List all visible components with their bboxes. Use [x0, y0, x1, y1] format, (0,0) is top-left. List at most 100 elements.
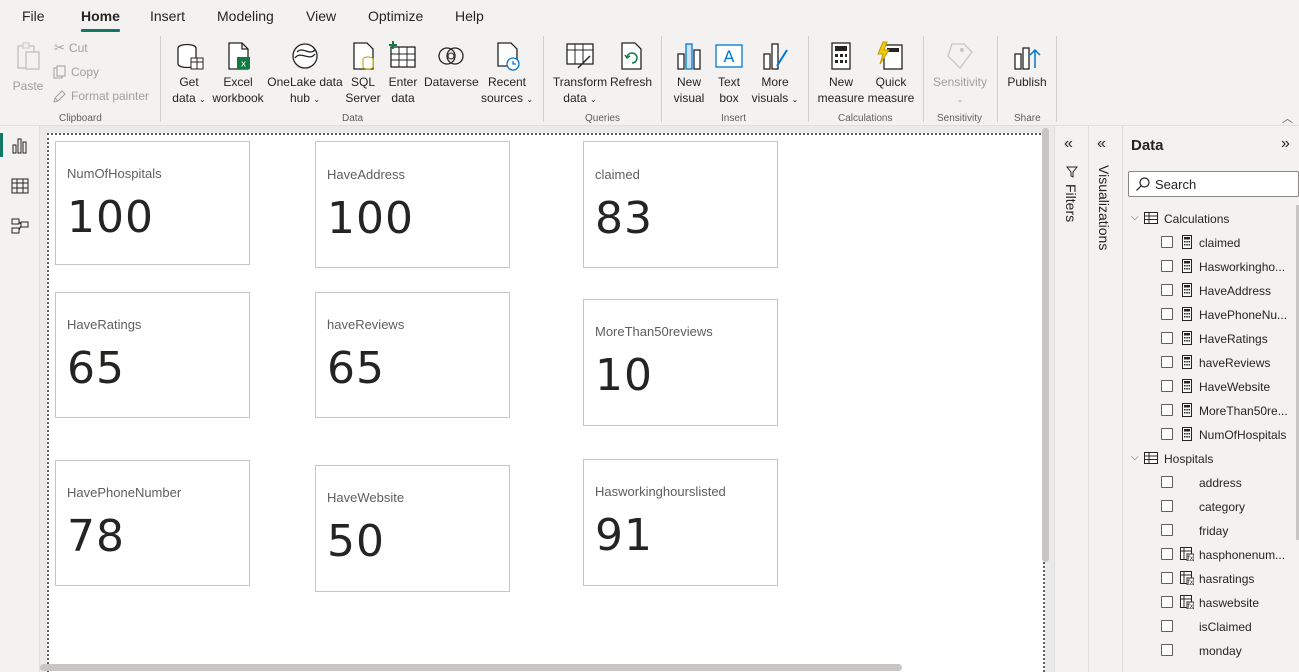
tab-home[interactable]: Home	[81, 8, 120, 32]
tab-optimize[interactable]: Optimize	[368, 8, 423, 24]
field-item[interactable]: haveReviews	[1123, 351, 1299, 375]
field-item[interactable]: isClaimed	[1123, 615, 1299, 639]
field-item[interactable]: category	[1123, 495, 1299, 519]
paste-button[interactable]: Paste	[10, 40, 46, 93]
refresh-button[interactable]: Refresh	[608, 40, 654, 90]
transform-data-button[interactable]: Transform data ⌄	[552, 40, 608, 108]
card-visual[interactable]: Hasworkinghourslisted 91	[583, 459, 778, 586]
field-item[interactable]: HaveRatings	[1123, 327, 1299, 351]
calculator-icon	[1182, 283, 1192, 297]
cut-button[interactable]: ✂ Cut	[54, 40, 88, 56]
card-visual[interactable]: claimed 83	[583, 141, 778, 268]
card-visual[interactable]: NumOfHospitals 100	[55, 141, 250, 265]
recent-sources-icon	[497, 42, 520, 71]
field-item[interactable]: friday	[1123, 519, 1299, 543]
field-checkbox[interactable]	[1161, 524, 1173, 536]
field-checkbox[interactable]	[1161, 620, 1173, 632]
search-box[interactable]	[1128, 171, 1299, 197]
sensitivity-group-label: Sensitivity	[937, 113, 983, 124]
publish-label: Publish	[1007, 75, 1047, 89]
canvas-horizontal-scrollbar[interactable]	[40, 664, 902, 671]
field-checkbox[interactable]	[1161, 356, 1173, 368]
new-visual-button[interactable]: New visual	[668, 40, 710, 106]
visualizations-pane[interactable]: « Visualizations	[1088, 126, 1122, 672]
collapse-left-icon[interactable]: «	[1064, 135, 1073, 153]
field-item[interactable]: claimed	[1123, 231, 1299, 255]
table-view-icon[interactable]	[11, 177, 29, 195]
sensitivity-button[interactable]: Sensitivity ⌄	[930, 40, 990, 108]
search-input[interactable]	[1155, 175, 1295, 193]
copy-button[interactable]: Copy	[53, 65, 99, 79]
field-checkbox[interactable]	[1161, 476, 1173, 488]
field-item[interactable]: NumOfHospitals	[1123, 423, 1299, 447]
card-visual[interactable]: haveReviews 65	[315, 292, 510, 418]
sql-server-button[interactable]: SQL Server	[344, 40, 382, 106]
dataverse-button[interactable]: Dataverse	[424, 40, 479, 90]
field-checkbox[interactable]	[1161, 332, 1173, 344]
onelake-data-hub-button[interactable]: OneLake data hub ⌄	[266, 40, 344, 108]
card-visual[interactable]: HaveRatings 65	[55, 292, 250, 418]
card-value: 65	[327, 343, 385, 394]
card-title: NumOfHospitals	[67, 166, 162, 181]
enter-data-button[interactable]: Enter data	[384, 40, 422, 106]
table-name: Hospitals	[1164, 452, 1214, 466]
field-checkbox[interactable]	[1161, 260, 1173, 272]
quick-measure-button[interactable]: Quick measure	[866, 40, 916, 106]
format-painter-button[interactable]: Format painter	[53, 89, 149, 103]
group-divider	[160, 36, 161, 122]
filters-pane[interactable]: « Filters	[1054, 126, 1088, 672]
field-checkbox[interactable]	[1161, 284, 1173, 296]
model-view-icon[interactable]	[11, 217, 29, 235]
field-item[interactable]: fx haswebsite	[1123, 591, 1299, 615]
chevron-down-icon[interactable]: ⌵	[1131, 452, 1139, 463]
field-item[interactable]: HaveWebsite	[1123, 375, 1299, 399]
field-item[interactable]: MoreThan50re...	[1123, 399, 1299, 423]
chevron-up-icon[interactable]: ︿	[1282, 110, 1293, 126]
field-item[interactable]: HavePhoneNu...	[1123, 303, 1299, 327]
tab-modeling[interactable]: Modeling	[217, 8, 274, 24]
field-checkbox[interactable]	[1161, 308, 1173, 320]
card-value: 100	[67, 192, 154, 243]
collapse-right-icon[interactable]: »	[1281, 135, 1290, 153]
text-box-button[interactable]: A Text box	[710, 40, 748, 106]
canvas-vertical-scrollbar[interactable]	[1042, 128, 1049, 562]
svg-text:fx: fx	[1188, 579, 1194, 585]
field-item[interactable]: fx hasphonenum...	[1123, 543, 1299, 567]
field-item[interactable]: monday	[1123, 639, 1299, 663]
card-visual[interactable]: HaveWebsite 50	[315, 465, 510, 592]
field-checkbox[interactable]	[1161, 380, 1173, 392]
field-checkbox[interactable]	[1161, 500, 1173, 512]
more-visuals-button[interactable]: More visuals ⌄	[748, 40, 802, 108]
field-checkbox[interactable]	[1161, 428, 1173, 440]
field-checkbox[interactable]	[1161, 404, 1173, 416]
table-node[interactable]: ⌵ Hospitals	[1123, 447, 1299, 471]
chevron-down-icon[interactable]: ⌵	[1131, 212, 1139, 223]
tab-help[interactable]: Help	[455, 8, 484, 24]
publish-button[interactable]: Publish	[1004, 40, 1050, 90]
field-checkbox[interactable]	[1161, 596, 1173, 608]
card-visual[interactable]: HaveAddress 100	[315, 141, 510, 268]
get-data-button[interactable]: Get data ⌄	[168, 40, 210, 108]
field-checkbox[interactable]	[1161, 572, 1173, 584]
visualizations-label: Visualizations	[1096, 165, 1112, 251]
excel-workbook-button[interactable]: x Excel workbook	[211, 40, 265, 106]
report-view-icon[interactable]	[11, 137, 29, 155]
field-item[interactable]: HaveAddress	[1123, 279, 1299, 303]
tab-insert[interactable]: Insert	[150, 8, 185, 24]
recent-sources-button[interactable]: Recent sources ⌄	[480, 40, 534, 108]
field-item[interactable]: fx hasratings	[1123, 567, 1299, 591]
field-checkbox[interactable]	[1161, 548, 1173, 560]
card-visual[interactable]: MoreThan50reviews 10	[583, 299, 778, 426]
field-name: hasphonenum...	[1199, 548, 1286, 562]
field-item[interactable]: Hasworkingho...	[1123, 255, 1299, 279]
new-measure-button[interactable]: New measure	[815, 40, 867, 106]
field-item[interactable]: address	[1123, 471, 1299, 495]
card-visual[interactable]: HavePhoneNumber 78	[55, 460, 250, 586]
tab-view[interactable]: View	[306, 8, 336, 24]
field-checkbox[interactable]	[1161, 236, 1173, 248]
tab-file[interactable]: File	[22, 8, 45, 24]
field-checkbox[interactable]	[1161, 644, 1173, 656]
card-value: 10	[595, 350, 653, 401]
table-node[interactable]: ⌵ Calculations	[1123, 207, 1299, 231]
collapse-left-icon[interactable]: «	[1097, 135, 1106, 153]
